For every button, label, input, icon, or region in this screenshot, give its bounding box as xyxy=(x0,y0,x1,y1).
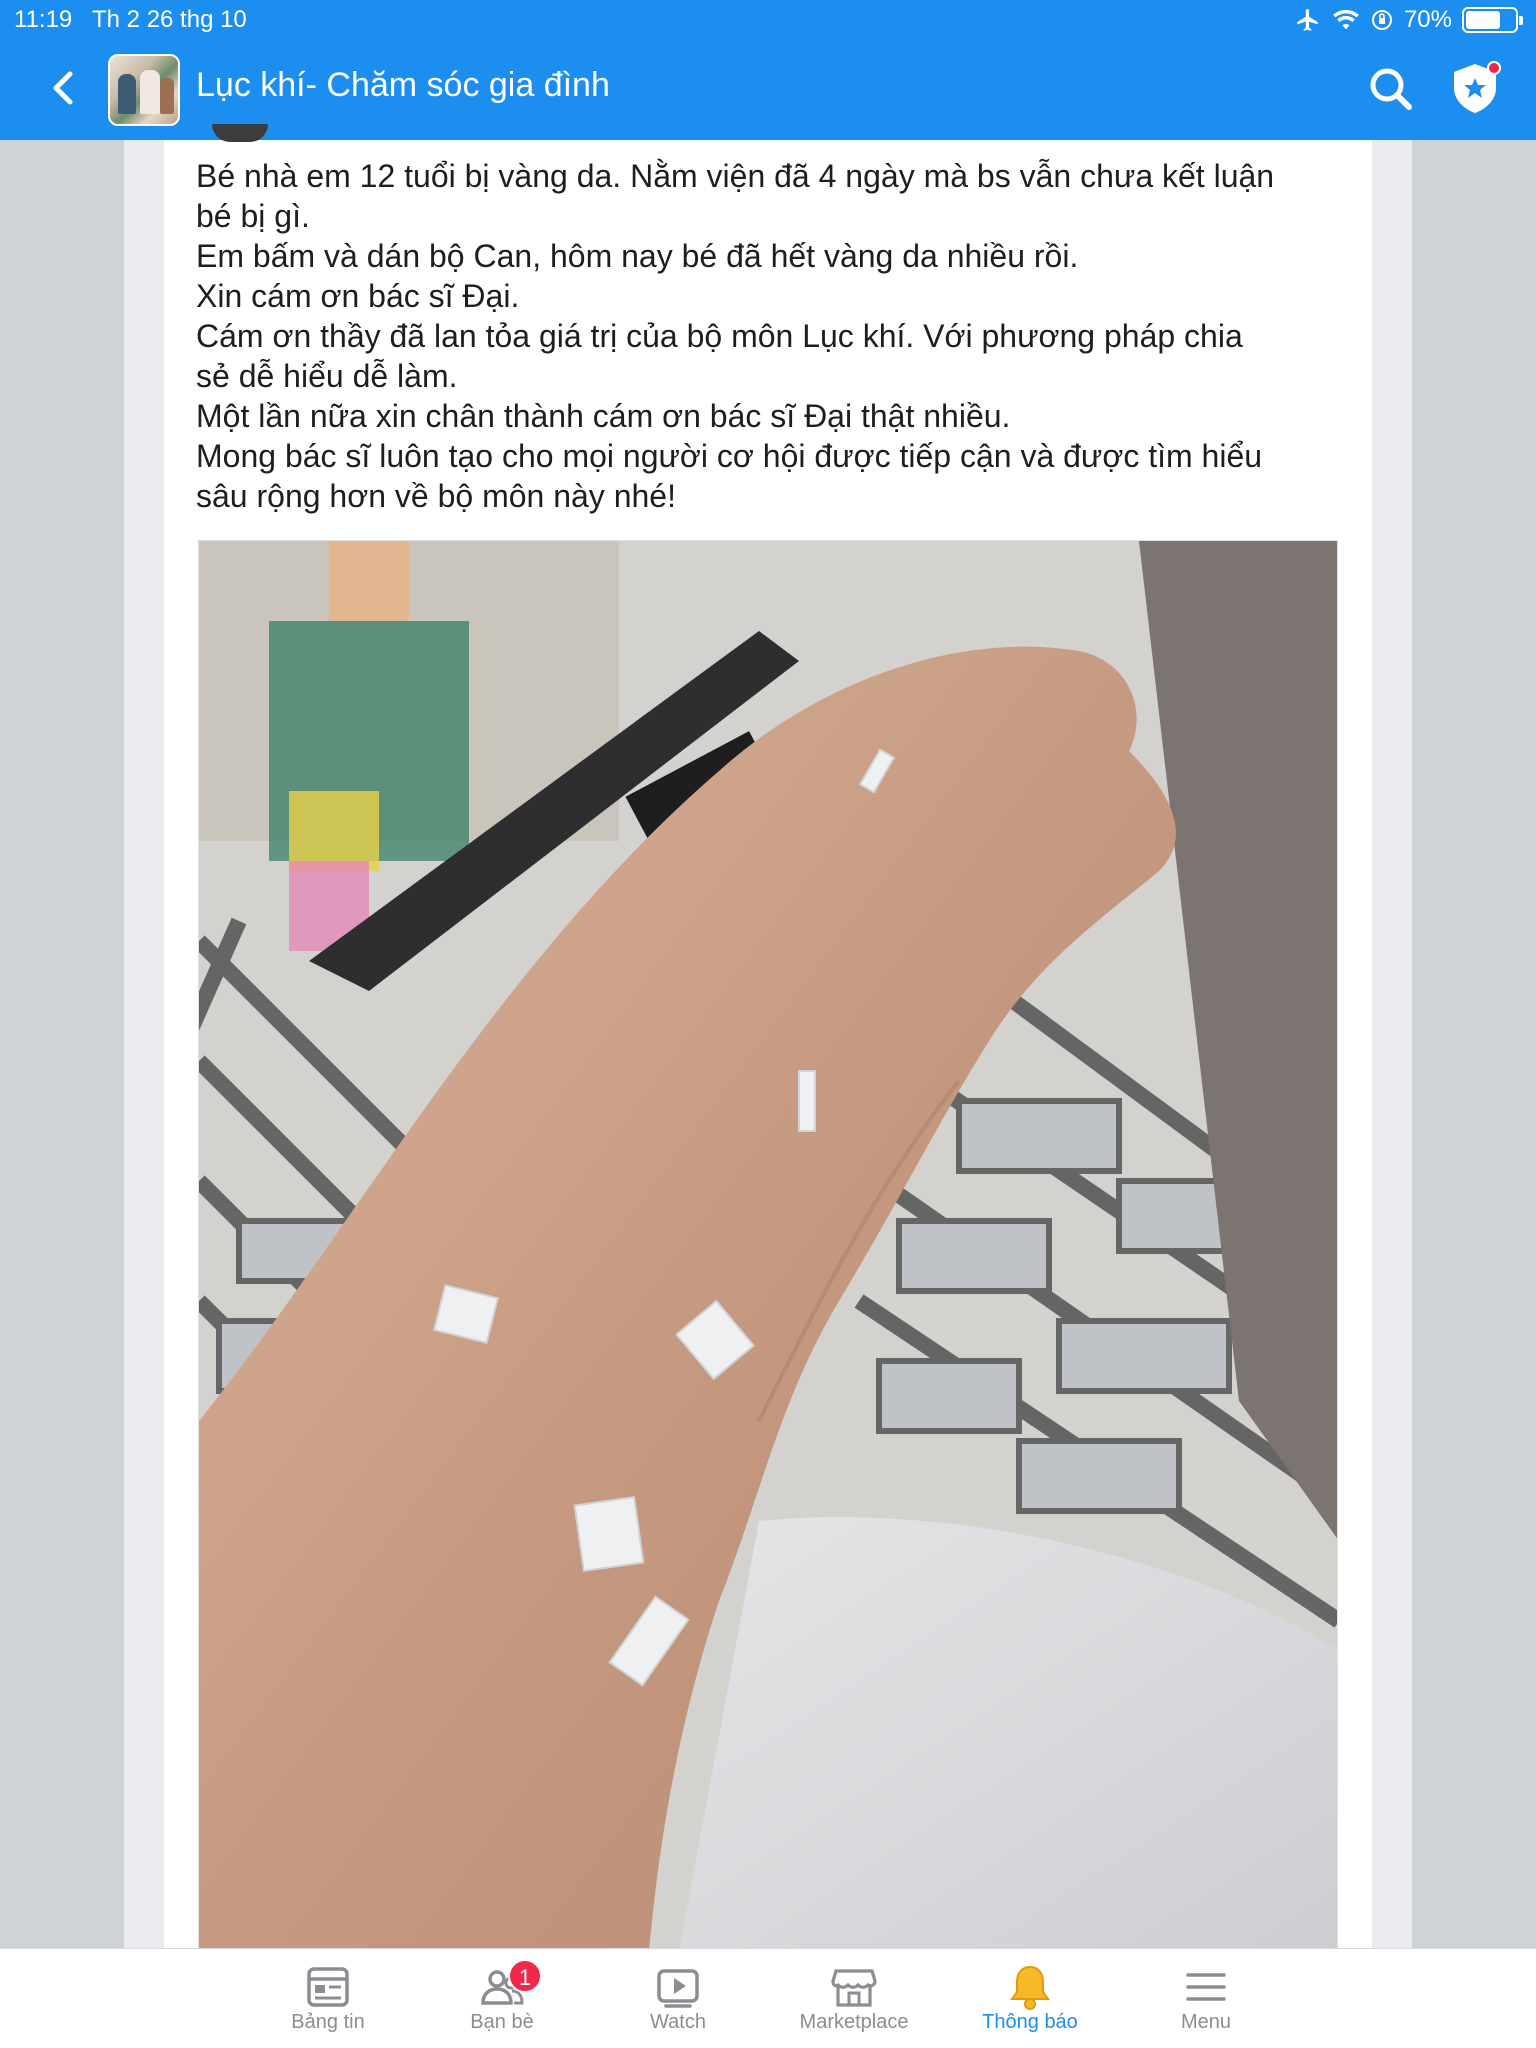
search-button[interactable] xyxy=(1368,66,1414,112)
status-date: Th 2 26 thg 10 xyxy=(92,6,247,33)
airplane-icon xyxy=(1294,7,1322,33)
group-avatar[interactable] xyxy=(108,54,180,126)
post-line: sâu rộng hơn về bộ môn này nhé! xyxy=(196,478,676,514)
tab-friends[interactable]: 1 Bạn bè xyxy=(414,1949,590,2048)
admin-shield-button[interactable] xyxy=(1448,60,1502,116)
post-line: Bé nhà em 12 tuổi bị vàng da. Nằm viện đ… xyxy=(196,158,1275,194)
status-indicators: 70% xyxy=(1294,6,1523,34)
post-photo[interactable] xyxy=(198,540,1338,1950)
post-line: sẻ dễ hiểu dễ làm. xyxy=(196,358,458,394)
group-title[interactable]: Lục khí- Chăm sóc gia đình xyxy=(196,66,610,105)
tab-label: Watch xyxy=(650,2011,706,2033)
post-line: bé bị gì. xyxy=(196,198,310,234)
back-button[interactable] xyxy=(44,68,84,108)
post-line: Xin cám ơn bác sĩ Đại. xyxy=(196,278,520,314)
tab-marketplace[interactable]: Marketplace xyxy=(766,1949,942,2048)
tab-label: Marketplace xyxy=(799,2011,909,2033)
tab-label: Bảng tin xyxy=(291,2011,365,2033)
marketplace-icon xyxy=(831,1969,877,2007)
rotation-lock-icon xyxy=(1370,8,1394,32)
tab-notifications[interactable]: Thông báo xyxy=(942,1949,1118,2048)
bottom-tab-bar: Bảng tin 1 Bạn bè Watch Marketplace Thôn… xyxy=(0,1948,1536,2048)
news-feed-icon xyxy=(307,1967,349,2007)
tab-menu[interactable]: Menu xyxy=(1118,1949,1294,2048)
post-line: Một lần nữa xin chân thành cám ơn bác sĩ… xyxy=(196,398,1011,434)
battery-percent: 70% xyxy=(1403,6,1452,33)
top-app-bar: 11:19 Th 2 26 thg 10 70% Lục khí- Chăm s… xyxy=(0,0,1536,140)
tab-label: Thông báo xyxy=(982,2011,1078,2033)
status-time: 11:19 xyxy=(14,6,73,33)
post-body: Bé nhà em 12 tuổi bị vàng da. Nằm viện đ… xyxy=(196,156,1346,516)
group-header: Lục khí- Chăm sóc gia đình xyxy=(0,46,1536,132)
watch-icon xyxy=(657,1969,699,2008)
battery-icon xyxy=(1462,7,1523,33)
wifi-icon xyxy=(1332,8,1360,32)
tab-news-feed[interactable]: Bảng tin xyxy=(240,1949,416,2048)
post-line: Mong bác sĩ luôn tạo cho mọi người cơ hộ… xyxy=(196,438,1263,474)
status-bar: 11:19 Th 2 26 thg 10 70% xyxy=(0,0,1536,40)
bell-icon xyxy=(1010,1965,1050,2010)
tab-label: Menu xyxy=(1180,2011,1232,2033)
post-line: Cám ơn thầy đã lan tỏa giá trị của bộ mô… xyxy=(196,318,1243,354)
shield-star-icon xyxy=(1454,61,1501,113)
menu-icon xyxy=(1186,1973,1226,2001)
tab-watch[interactable]: Watch xyxy=(590,1949,766,2048)
chevron-left-icon xyxy=(53,71,73,105)
friend-requests-badge: 1 xyxy=(508,1959,542,1993)
search-icon xyxy=(1370,68,1412,110)
tab-label: Bạn bè xyxy=(470,2011,534,2033)
post-line: Em bấm và dán bộ Can, hôm nay bé đã hết … xyxy=(196,238,1079,274)
